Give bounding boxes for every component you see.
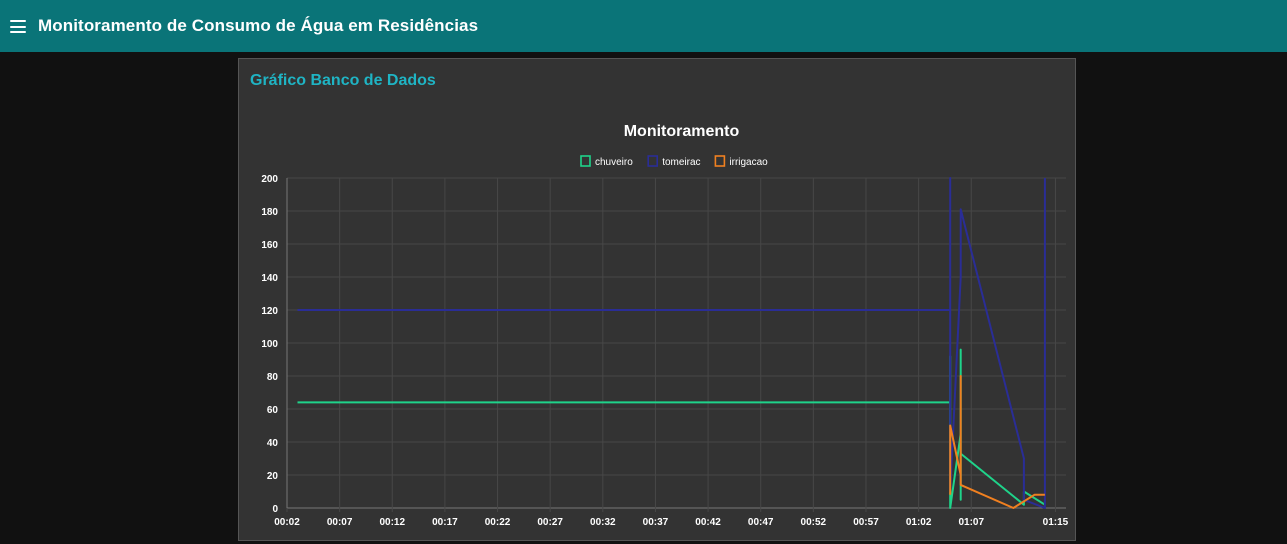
x-tick-label: 00:22	[485, 517, 511, 528]
y-tick-label: 0	[272, 504, 278, 515]
x-tick-label: 00:57	[853, 517, 879, 528]
y-tick-label: 40	[267, 438, 279, 449]
x-tick-label: 00:42	[695, 517, 721, 528]
legend-label-chuveiro: chuveiro	[595, 157, 633, 168]
y-tick-label: 80	[267, 372, 279, 383]
x-tick-label: 00:12	[379, 517, 405, 528]
chart-title: Monitoramento	[624, 123, 740, 140]
x-tick-label: 00:52	[801, 517, 827, 528]
legend-swatch-irrigacao	[714, 155, 726, 167]
x-tick-label: 00:32	[590, 517, 616, 528]
y-tick-label: 160	[261, 240, 278, 251]
x-tick-label: 00:27	[537, 517, 563, 528]
x-tick-label: 00:47	[748, 517, 774, 528]
top-app-bar: Monitoramento de Consumo de Água em Resi…	[0, 0, 1287, 52]
x-tick-label: 00:02	[274, 517, 300, 528]
y-tick-label: 100	[261, 339, 278, 350]
y-tick-label: 140	[261, 273, 278, 284]
hamburger-menu-icon[interactable]	[10, 20, 30, 33]
app-title: Monitoramento de Consumo de Água em Resi…	[38, 16, 479, 35]
legend-label-tomeirac: tomeirac	[662, 157, 700, 168]
x-tick-label: 01:02	[906, 517, 932, 528]
y-tick-label: 60	[267, 405, 279, 416]
x-tick-label: 00:17	[432, 517, 458, 528]
x-tick-label: 01:15	[1043, 517, 1069, 528]
legend-label-irrigacao: irrigacao	[729, 157, 768, 168]
y-tick-label: 200	[261, 174, 278, 185]
y-tick-label: 120	[261, 306, 278, 317]
series-line-chuveiro	[297, 348, 1046, 509]
legend-swatch-tomeirac	[647, 155, 659, 167]
x-tick-label: 00:07	[327, 517, 353, 528]
chart-card: Gráfico Banco de Dados Monitoramento chuv…	[238, 58, 1076, 541]
y-tick-label: 180	[261, 207, 278, 218]
y-tick-label: 20	[267, 471, 279, 482]
line-chart: Monitoramento chuveiro tomeirac irrigacao 0 2…	[261, 123, 1069, 528]
legend-swatch-chuveiro	[580, 155, 591, 167]
x-tick-label: 00:37	[643, 517, 669, 528]
x-tick-label: 01:07	[958, 517, 984, 528]
